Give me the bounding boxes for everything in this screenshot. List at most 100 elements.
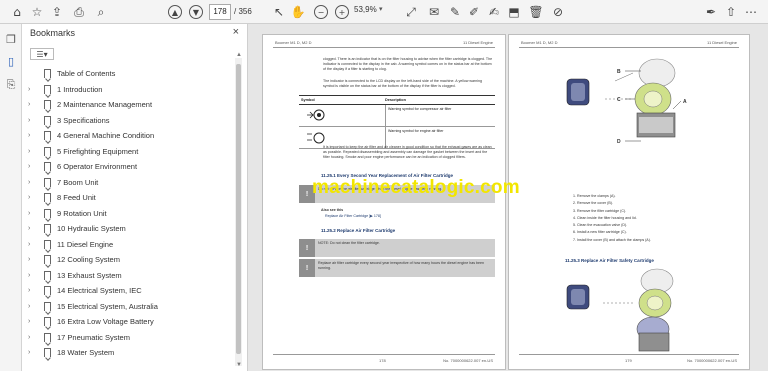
expand-chevron-icon[interactable]: › <box>28 163 38 170</box>
print-icon[interactable]: ⎙ <box>70 3 88 21</box>
bookmark-item[interactable]: Table of Contents <box>22 66 240 82</box>
expand-chevron-icon[interactable]: › <box>28 349 38 356</box>
watermark: machinecatalogic.com <box>312 177 520 198</box>
bookmark-item[interactable]: › 8 Feed Unit <box>22 190 240 206</box>
scroll-up-arrow-icon[interactable]: ▲ <box>236 52 242 58</box>
page-thumbnails-icon[interactable]: ❐ <box>4 32 18 46</box>
zoom-level[interactable]: 53,9% <box>354 5 377 14</box>
document-number: No. 7000000622.007 en-US <box>687 358 737 363</box>
home-icon[interactable]: ⌂ <box>8 3 26 21</box>
expand-chevron-icon[interactable]: › <box>28 132 38 139</box>
bookmark-item[interactable]: › 18 Water System <box>22 345 240 361</box>
zoom-dropdown-icon[interactable]: ▾ <box>379 5 383 13</box>
bookmark-item[interactable]: › 6 Operator Environment <box>22 159 240 175</box>
bookmark-item[interactable]: › 1 Introduction <box>22 82 240 98</box>
bookmark-item[interactable]: › 3 Specifications <box>22 113 240 129</box>
redact-icon[interactable]: ⊘ <box>549 3 567 21</box>
bookmark-item[interactable]: › 16 Extra Low Voltage Battery <box>22 314 240 330</box>
expand-chevron-icon[interactable]: › <box>28 334 38 341</box>
expand-chevron-icon[interactable]: › <box>28 256 38 263</box>
expand-chevron-icon[interactable]: › <box>28 148 38 155</box>
expand-chevron-icon[interactable]: › <box>28 318 38 325</box>
fit-page-icon[interactable]: ⤢ <box>402 3 420 21</box>
expand-chevron-icon[interactable]: › <box>28 225 38 232</box>
bookmark-item[interactable]: › 5 Firefighting Equipment <box>22 144 240 160</box>
left-rail: ❐ ▯ ⎘ <box>0 24 22 371</box>
next-page-icon[interactable]: ▼ <box>187 3 205 21</box>
draw-icon[interactable]: ✐ <box>465 3 483 21</box>
page-number-input[interactable]: 178 <box>209 4 231 20</box>
bookmark-item[interactable]: › 12 Cooling System <box>22 252 240 268</box>
sign-icon[interactable]: ✍ <box>485 3 503 21</box>
note-text: Replace air filter cartridge every secon… <box>318 261 485 270</box>
warning-icon: ! <box>299 239 315 257</box>
stamp-icon[interactable]: ⬒ <box>505 3 523 21</box>
expand-chevron-icon[interactable]: › <box>28 101 38 108</box>
expand-chevron-icon[interactable]: › <box>28 86 38 93</box>
bookmark-item[interactable]: › 2 Maintenance Management <box>22 97 240 113</box>
select-cursor-icon[interactable]: ↖ <box>270 3 288 21</box>
bookmark-icon <box>44 348 51 358</box>
expand-chevron-icon[interactable]: › <box>28 179 38 186</box>
callout-label: C <box>617 97 621 103</box>
expand-chevron-icon[interactable]: › <box>28 210 38 217</box>
previous-page-icon[interactable]: ▲ <box>166 3 184 21</box>
bookmark-item[interactable]: › 11 Diesel Engine <box>22 237 240 253</box>
zoom-search-icon[interactable]: ⌕ <box>92 3 110 21</box>
more-options-icon[interactable]: ⋯ <box>742 3 760 21</box>
page-total: / 356 <box>234 7 252 16</box>
expand-chevron-icon[interactable]: › <box>28 287 38 294</box>
expand-chevron-icon[interactable]: › <box>28 303 38 310</box>
warning-icon: ! <box>299 259 315 277</box>
bookmark-icon <box>44 317 51 327</box>
expand-chevron-icon[interactable]: › <box>28 194 38 201</box>
zoom-in-icon[interactable]: + <box>333 3 351 21</box>
bookmark-label: 6 Operator Environment <box>57 162 138 172</box>
toolbar: ⌂ ☆ ⇪ ⎙ ⌕ ▲ ▼ 178 / 356 ↖ ✋ − + 53,9% ▾ … <box>0 0 768 24</box>
scrollbar-thumb[interactable] <box>236 64 241 354</box>
delete-icon[interactable]: 🗑 <box>527 3 545 21</box>
scroll-down-arrow-icon[interactable]: ▼ <box>236 362 242 368</box>
hand-tool-icon[interactable]: ✋ <box>289 3 307 21</box>
bookmark-label: 15 Electrical System, Australia <box>57 301 158 311</box>
share-icon[interactable]: ⇧ <box>722 3 740 21</box>
bookmark-item[interactable]: › 17 Pneumatic System <box>22 330 240 346</box>
also-see-link[interactable]: Replace Air Filter Cartridge [▶ 178] <box>325 214 495 219</box>
upload-icon[interactable]: ⇪ <box>48 3 66 21</box>
star-icon[interactable]: ☆ <box>28 3 46 21</box>
bookmark-item[interactable]: › 13 Exhaust System <box>22 268 240 284</box>
bookmark-list: Table of Contents › 1 Introduction › 2 Maint… <box>22 66 240 361</box>
attachments-icon[interactable]: ⎘ <box>4 78 18 92</box>
zoom-out-icon[interactable]: − <box>312 3 330 21</box>
bookmark-item[interactable]: › 4 General Machine Condition <box>22 128 240 144</box>
expand-chevron-icon[interactable]: › <box>28 272 38 279</box>
header-rule <box>273 47 495 48</box>
document-number: No. 7000000622.007 en-US <box>443 358 493 363</box>
also-see-label: Also see this <box>321 208 344 212</box>
section-heading: 11.25.2 Replace Air Filter Cartridge <box>321 228 396 233</box>
bookmark-icon <box>44 162 51 172</box>
bookmark-item[interactable]: › 7 Boom Unit <box>22 175 240 191</box>
bookmark-item[interactable]: › 10 Hydraulic System <box>22 221 240 237</box>
header-rule <box>519 47 739 48</box>
safety-cartridge-illustration <box>566 268 674 352</box>
bookmark-item[interactable]: › 14 Electrical System, IEC <box>22 283 240 299</box>
sign-document-icon[interactable]: ✒ <box>702 3 720 21</box>
row-description: Warning symbol for compressor air filter <box>385 105 495 126</box>
list-item: 2. Remove the cover (B). <box>573 201 613 206</box>
bookmark-label: 16 Extra Low Voltage Battery <box>57 317 154 327</box>
bookmark-icon <box>44 301 51 311</box>
list-item: 1. Remove the clamps (A). <box>573 194 616 198</box>
bookmark-item[interactable]: › 9 Rotation Unit <box>22 206 240 222</box>
bookmark-icon <box>44 286 51 296</box>
highlight-pen-icon[interactable]: ✎ <box>446 3 464 21</box>
options-icon[interactable]: ☰▾ <box>30 48 54 60</box>
bookmarks-rail-icon[interactable]: ▯ <box>4 54 18 68</box>
expand-chevron-icon[interactable]: › <box>28 117 38 124</box>
section-heading: 11.25.3 Replace Air Filter Safety Cartri… <box>565 258 654 263</box>
bookmark-item[interactable]: › 15 Electrical System, Australia <box>22 299 240 315</box>
comment-icon[interactable]: ✉ <box>425 3 443 21</box>
close-icon[interactable]: × <box>233 26 239 38</box>
expand-chevron-icon[interactable]: › <box>28 241 38 248</box>
bookmark-label: 4 General Machine Condition <box>57 131 155 141</box>
